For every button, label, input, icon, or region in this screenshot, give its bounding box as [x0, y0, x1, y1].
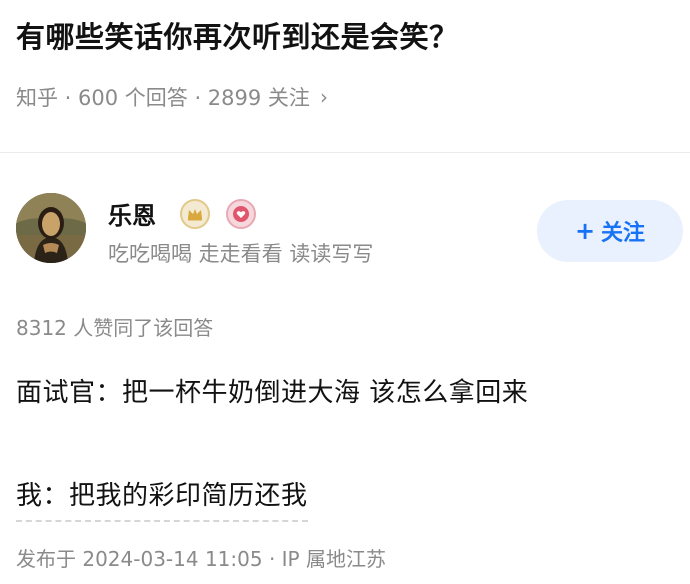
question-meta[interactable]: 知乎 · 600 个回答 · 2899 关注 › [16, 82, 328, 112]
question-title[interactable]: 有哪些笑话你再次听到还是会笑？ [16, 14, 459, 56]
mona-lisa-avatar-icon [16, 193, 86, 263]
follow-button[interactable]: + 关注 [537, 200, 683, 262]
heart-badge-icon[interactable] [226, 199, 256, 229]
answer-text-line: 我：把我的彩印简历还我 [16, 475, 308, 522]
divider [0, 152, 690, 153]
follow-button-label: 关注 [601, 221, 646, 246]
question-meta-text: 知乎 · 600 个回答 · 2899 关注 [16, 86, 310, 110]
avatar[interactable] [16, 193, 86, 263]
author-name[interactable]: 乐恩 [108, 196, 156, 231]
chevron-right-icon: › [319, 85, 328, 109]
author-bio: 吃吃喝喝 走走看看 读读写写 [108, 242, 374, 266]
plus-icon: + [574, 217, 596, 245]
answer-text-line: 面试官：把一杯牛奶倒进大海 该怎么拿回来 [16, 378, 529, 408]
crown-badge-icon[interactable] [180, 199, 210, 229]
vote-count: 8312 人赞同了该回答 [16, 316, 214, 340]
publish-info: 发布于 2024-03-14 11:05 · IP 属地江苏 [16, 547, 386, 571]
